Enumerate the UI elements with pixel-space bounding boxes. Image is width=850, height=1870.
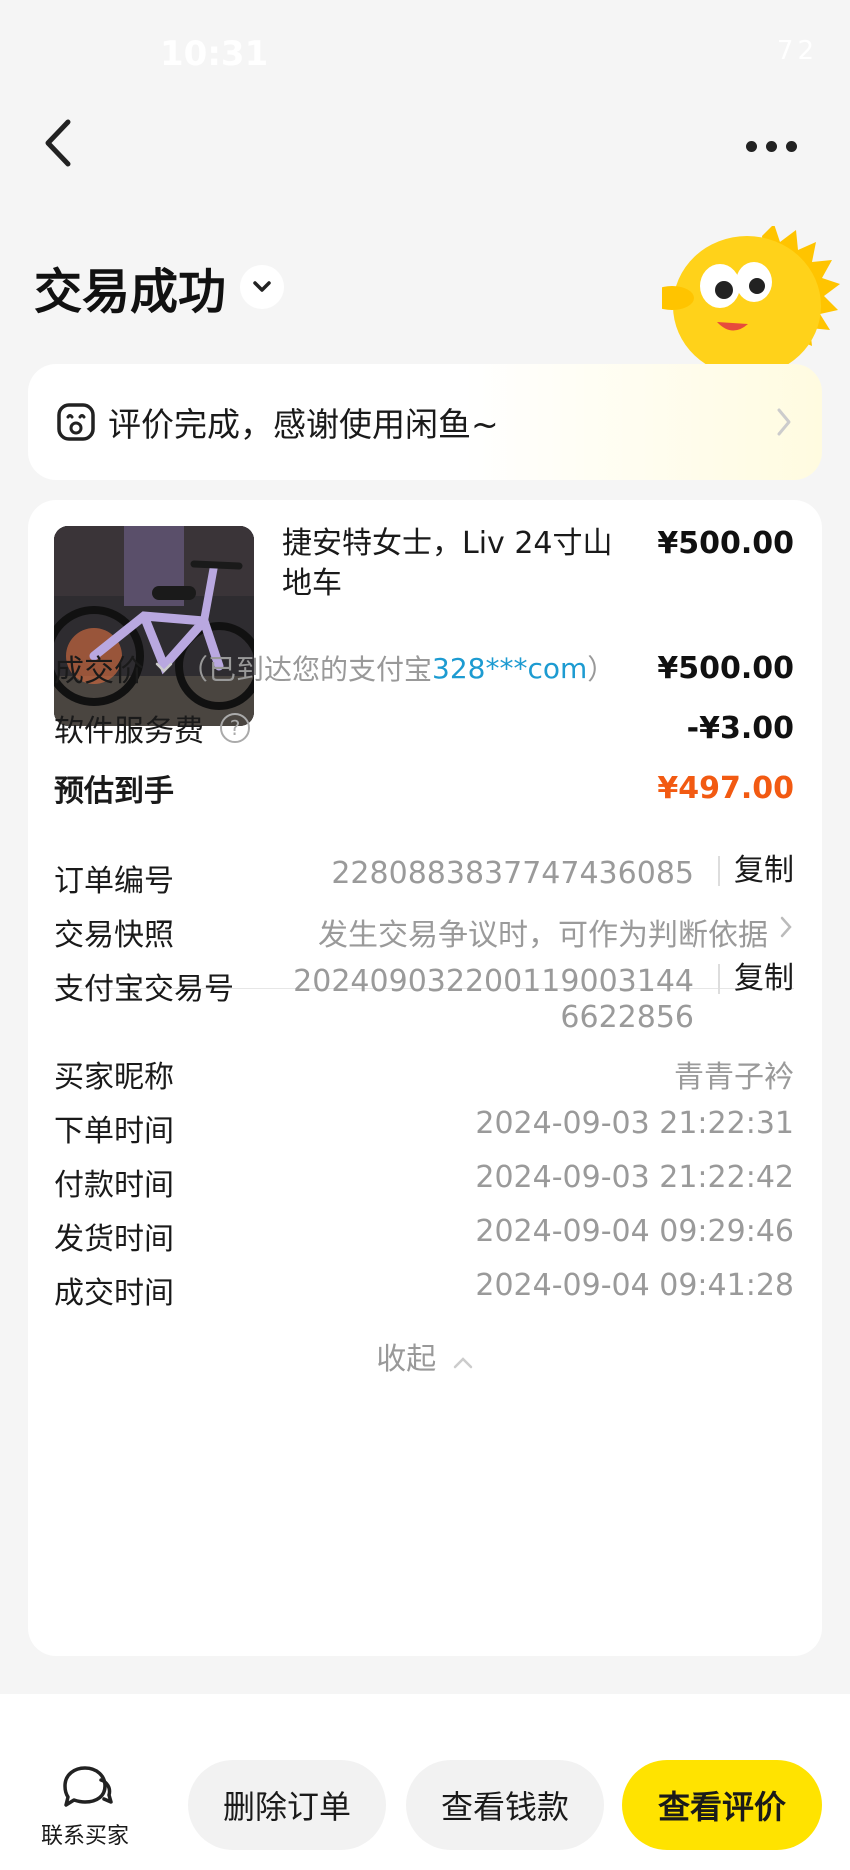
chevron-down-icon[interactable]	[240, 265, 285, 309]
back-icon[interactable]	[40, 118, 80, 168]
estimated-label: 预估到手	[54, 774, 174, 809]
chevron-down-icon[interactable]	[154, 661, 174, 675]
view-review-button[interactable]: 查看评价	[622, 1760, 822, 1850]
product-title[interactable]: 捷安特女士，Liv 24寸山地车	[282, 524, 622, 604]
collapse-button[interactable]: 收起	[28, 1334, 822, 1378]
page-title-row: 交易成功	[34, 252, 285, 322]
bottom-action-bar: 联系买家 删除订单 查看钱款 查看评价	[0, 1694, 850, 1870]
deal-price-main[interactable]: 成交价 （已到达您的支付宝 328***com） ¥500.00	[54, 646, 794, 690]
chevron-right-icon	[774, 404, 794, 440]
review-status-text: 评价完成，感谢使用闲鱼~	[108, 405, 499, 444]
deal-price-value: ¥500.00	[657, 650, 794, 686]
alipay-account: 328***com	[432, 651, 588, 685]
deal-time-value: 2024-09-04 09:41:28	[475, 1268, 794, 1303]
pay-time-value: 2024-09-03 21:22:42	[475, 1160, 794, 1195]
smile-face-icon	[56, 402, 96, 442]
review-status-banner[interactable]: 评价完成，感谢使用闲鱼~	[28, 364, 822, 480]
page-title: 交易成功	[34, 264, 227, 320]
pay-time-label: 付款时间	[54, 1168, 174, 1203]
delete-order-button[interactable]: 删除订单	[188, 1760, 386, 1850]
order-number-value: 2280883837747436085	[331, 856, 694, 891]
product-image[interactable]	[54, 526, 254, 726]
chevron-up-icon	[452, 1343, 474, 1378]
status-icons: 72	[777, 36, 818, 66]
alipay-trade-row: 支付宝交易号 202409032200119003144 6622856 复制	[54, 964, 794, 1044]
alipay-trade-label: 支付宝交易号	[54, 972, 234, 1007]
contact-buyer-button[interactable]: 联系买家	[30, 1764, 140, 1850]
order-card: 捷安特女士，Liv 24寸山地车 ¥500.00 成交价 （已到达您的支付宝 32…	[28, 500, 822, 1656]
snapshot-value: 发生交易争议时，可作为判断依据	[318, 918, 768, 953]
deal-price-label-group: 成交价 （已到达您的支付宝 328***com）	[54, 646, 615, 690]
battery-level: 72	[776, 36, 818, 66]
alipay-trade-value-line1: 202409032200119003144	[293, 964, 694, 999]
status-time: 10:31	[160, 34, 269, 74]
order-time-value: 2024-09-03 21:22:31	[475, 1106, 794, 1141]
buyer-label: 买家昵称	[54, 1060, 174, 1095]
deal-price-note-suffix: ）	[587, 653, 616, 686]
snapshot-label: 交易快照	[54, 918, 174, 953]
chat-bubble-icon	[30, 1764, 140, 1814]
help-icon[interactable]: ?	[220, 713, 250, 743]
buyer-value: 青青子衿	[674, 1060, 794, 1095]
deal-time-label: 成交时间	[54, 1276, 174, 1311]
estimated-value: ¥497.00	[657, 770, 794, 806]
status-bar: 10:31 72	[0, 0, 850, 110]
service-fee-row: 软件服务费 ? -¥3.00	[54, 706, 794, 750]
view-money-button[interactable]: 查看钱款	[406, 1760, 604, 1850]
deal-price-note-prefix: （已到达您的支付宝	[180, 653, 433, 686]
copy-alipay-trade-button[interactable]: 复制	[718, 964, 794, 994]
ship-time-label: 发货时间	[54, 1222, 174, 1257]
order-number-label: 订单编号	[54, 864, 174, 899]
copy-order-number-button[interactable]: 复制	[718, 856, 794, 886]
product-price: ¥500.00	[657, 526, 794, 561]
chevron-right-icon	[778, 912, 794, 950]
contact-buyer-label: 联系买家	[40, 1824, 129, 1849]
more-icon[interactable]	[746, 136, 802, 156]
service-fee-value: -¥3.00	[686, 710, 794, 746]
order-time-label: 下单时间	[54, 1114, 174, 1149]
collapse-label: 收起	[376, 1342, 437, 1377]
deal-price-label: 成交价	[54, 654, 144, 689]
mascot-fish-icon	[650, 224, 842, 376]
estimated-row: 预估到手 ¥497.00	[54, 766, 794, 810]
service-fee-label: 软件服务费	[54, 714, 204, 749]
ship-time-value: 2024-09-04 09:29:46	[475, 1214, 794, 1249]
alipay-trade-value-line2: 6622856	[560, 1000, 694, 1035]
